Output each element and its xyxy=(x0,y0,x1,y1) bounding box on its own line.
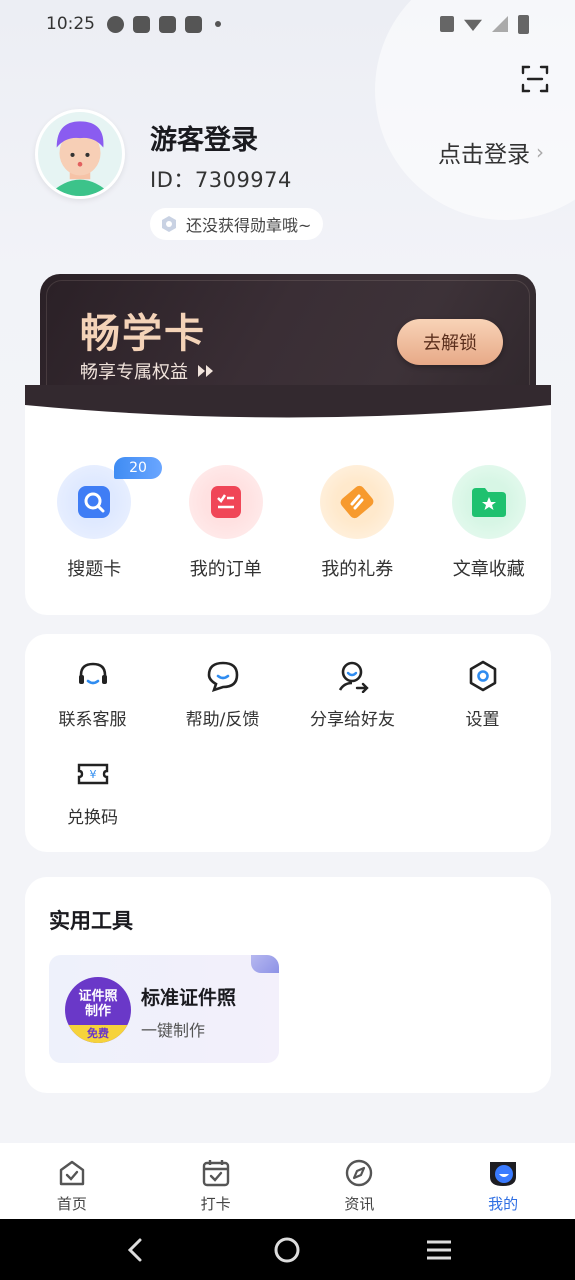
menu-icon[interactable] xyxy=(424,1235,454,1265)
service-share-friends[interactable]: 分享给好友 xyxy=(290,659,415,757)
quick-item-my-orders[interactable]: 我的订单 xyxy=(164,465,289,581)
chat-bubble-icon xyxy=(207,661,238,693)
free-tag: 免费 xyxy=(65,1025,131,1043)
scan-icon[interactable] xyxy=(520,64,550,94)
services-card: 联系客服 帮助/反馈 分享给好友 设置 ¥ 兑换码 xyxy=(25,634,551,852)
quick-item-label: 搜题卡 xyxy=(67,559,122,580)
tab-news[interactable]: 资讯 xyxy=(288,1143,432,1219)
quick-item-label: 文章收藏 xyxy=(452,559,525,580)
quick-item-my-coupons[interactable]: 我的礼券 xyxy=(295,465,420,581)
service-contact-support[interactable]: 联系客服 xyxy=(30,659,155,757)
vip-title: 畅学卡 xyxy=(80,311,206,357)
tab-label: 资讯 xyxy=(344,1195,375,1213)
system-nav-bar xyxy=(0,1219,575,1280)
back-icon[interactable] xyxy=(121,1235,151,1265)
mail-notification-icon xyxy=(159,15,176,33)
quick-item-search-card[interactable]: 20 搜题卡 xyxy=(32,457,162,581)
signal-icon xyxy=(492,16,508,32)
service-help-feedback[interactable]: 帮助/反馈 xyxy=(160,659,285,757)
tab-home[interactable]: 首页 xyxy=(0,1143,144,1219)
vip-subtitle-text: 畅享专属权益 xyxy=(80,362,188,383)
tools-card: 实用工具 证件照 制作 免费 标准证件照 一键制作 xyxy=(25,877,551,1093)
tab-label: 首页 xyxy=(56,1195,87,1213)
more-notifications-icon xyxy=(215,21,221,27)
search-card-icon xyxy=(78,486,111,518)
svg-text:¥: ¥ xyxy=(89,768,96,781)
order-icon xyxy=(210,486,241,518)
quick-actions-card: 20 搜题卡 我的订单 我的礼券 文章收藏 xyxy=(25,385,551,615)
avatar-illustration-icon xyxy=(47,121,113,196)
notification-app-icon xyxy=(107,15,124,33)
unlock-button[interactable]: 去解锁 xyxy=(397,319,503,365)
tool-desc: 一键制作 xyxy=(141,1021,206,1040)
user-id: ID：7309974 xyxy=(150,168,292,192)
wifi-icon xyxy=(464,19,482,31)
chevron-right-icon: › xyxy=(536,140,544,164)
headset-icon xyxy=(78,662,107,685)
login-link-label: 点击登录 xyxy=(438,142,530,168)
card-wave-edge xyxy=(25,385,551,418)
quick-item-label: 我的订单 xyxy=(189,559,262,580)
battery-icon xyxy=(518,14,529,34)
id-photo-logo-icon: 证件照 制作 免费 xyxy=(65,977,131,1043)
tab-label: 打卡 xyxy=(200,1195,231,1213)
vip-subtitle: 畅享专属权益 xyxy=(80,358,214,384)
bottom-tabbar: 首页 打卡 资讯 我的 xyxy=(0,1143,575,1219)
quick-item-label: 我的礼券 xyxy=(321,559,394,580)
medal-icon xyxy=(162,216,176,232)
medal-badge-pill[interactable]: 还没获得勋章哦~ xyxy=(150,208,324,240)
tool-id-photo[interactable]: 证件照 制作 免费 标准证件照 一键制作 xyxy=(49,955,279,1063)
logo-line: 证件照 xyxy=(78,989,118,1004)
double-arrow-icon xyxy=(198,365,213,377)
username[interactable]: 游客登录 xyxy=(150,118,258,157)
profile-icon xyxy=(490,1162,517,1186)
redeem-ticket-icon: ¥ xyxy=(77,763,108,785)
tab-checkin[interactable]: 打卡 xyxy=(144,1143,288,1219)
mail-notification-icon xyxy=(185,15,202,33)
login-link[interactable]: 点击登录 › xyxy=(438,135,544,169)
coupon-icon xyxy=(340,485,374,519)
mail-notification-icon xyxy=(133,15,150,33)
status-time: 10:25 xyxy=(46,14,95,34)
compass-icon xyxy=(346,1159,373,1187)
service-label: 分享给好友 xyxy=(310,710,395,730)
tool-name: 标准证件照 xyxy=(141,987,237,1009)
vibrate-icon xyxy=(440,16,454,32)
service-label: 联系客服 xyxy=(58,710,127,730)
tools-title: 实用工具 xyxy=(49,909,133,933)
calendar-check-icon xyxy=(202,1160,229,1187)
service-redeem-code[interactable]: ¥ 兑换码 xyxy=(30,757,155,855)
logo-line: 制作 xyxy=(84,1004,111,1019)
quick-item-favorites[interactable]: 文章收藏 xyxy=(427,465,552,581)
favorites-folder-icon xyxy=(471,488,506,517)
home-icon xyxy=(59,1160,85,1186)
avatar[interactable] xyxy=(35,109,125,199)
tab-label: 我的 xyxy=(488,1195,519,1213)
settings-hex-icon xyxy=(469,660,496,692)
medal-badge-text: 还没获得勋章哦~ xyxy=(186,216,312,235)
status-bar: 10:25 xyxy=(0,0,575,48)
service-label: 设置 xyxy=(465,710,500,730)
service-settings[interactable]: 设置 xyxy=(420,659,545,757)
count-badge: 20 xyxy=(114,457,162,479)
home-circle-icon[interactable] xyxy=(272,1235,302,1265)
service-label: 兑换码 xyxy=(67,808,118,828)
share-user-icon xyxy=(338,661,369,693)
service-label: 帮助/反馈 xyxy=(185,710,260,730)
tab-profile[interactable]: 我的 xyxy=(431,1143,575,1219)
